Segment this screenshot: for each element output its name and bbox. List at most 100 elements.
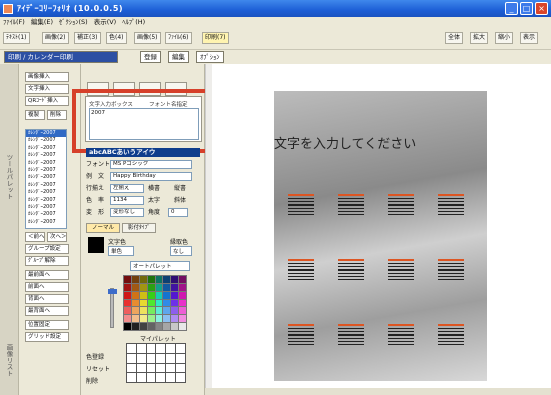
text-input-field[interactable]: 2007 <box>89 108 199 140</box>
list-item[interactable]: ｶﾚﾝﾀﾞｰ2007 <box>26 197 66 204</box>
palette-swatch[interactable] <box>147 323 155 330</box>
palette-swatch[interactable] <box>139 299 147 307</box>
front-button[interactable]: 前面へ <box>25 282 69 292</box>
list-item[interactable]: ｶﾚﾝﾀﾞｰ2007 <box>26 219 66 226</box>
my-palette-cell[interactable] <box>176 353 185 363</box>
shape-select[interactable]: 変形なし <box>110 208 144 217</box>
toolbar-zoomout-button[interactable]: 縮小 <box>495 32 514 44</box>
menu-file[interactable]: ﾌｧｲﾙ(F) <box>3 17 25 28</box>
palette-swatch[interactable] <box>171 291 179 299</box>
palette-swatch[interactable] <box>179 323 186 330</box>
list-item[interactable]: ｶﾚﾝﾀﾞｰ2007 <box>26 189 66 196</box>
palette-swatch[interactable] <box>179 307 186 315</box>
palette-swatch[interactable] <box>124 299 131 307</box>
horizontal-scrollbar[interactable] <box>205 388 551 395</box>
text-insert-button[interactable]: 文字挿入 <box>25 84 69 94</box>
palette-swatch[interactable] <box>163 315 171 323</box>
palette-swatch[interactable] <box>155 323 163 330</box>
back-most-button[interactable]: 最背面へ <box>25 306 69 316</box>
my-palette-cell[interactable] <box>127 353 136 363</box>
my-palette-cell[interactable] <box>146 373 156 382</box>
toolbar-zoomin-button[interactable]: 拡大 <box>470 32 489 44</box>
palette-swatch[interactable] <box>147 283 155 291</box>
my-palette-cell[interactable] <box>156 373 166 382</box>
palette-swatch[interactable] <box>171 299 179 307</box>
grid-settings-button[interactable]: グリッド設定 <box>25 332 69 342</box>
palette-swatch[interactable] <box>155 299 163 307</box>
list-item[interactable]: ｶﾚﾝﾀﾞｰ2007 <box>26 152 66 159</box>
maximize-button[interactable]: □ <box>520 2 533 15</box>
palette-swatch[interactable] <box>131 283 139 291</box>
tab-shadow[interactable]: 影付ﾀｲﾌﾟ <box>122 223 157 233</box>
my-palette-cell[interactable] <box>166 373 176 382</box>
reset-button[interactable]: リセット <box>86 364 110 373</box>
list-item[interactable]: ｶﾚﾝﾀﾞｰ2007 <box>26 211 66 218</box>
my-palette-cell[interactable] <box>136 353 146 363</box>
palette-swatch[interactable] <box>171 283 179 291</box>
style-button-4[interactable] <box>165 82 187 96</box>
menu-view[interactable]: 表示(V) <box>94 17 117 28</box>
font-name-checkbox[interactable]: フォント名指定 <box>149 100 188 108</box>
palette-swatch[interactable] <box>139 291 147 299</box>
palette-swatch[interactable] <box>131 299 139 307</box>
palette-swatch[interactable] <box>124 315 131 323</box>
my-palette-cell[interactable] <box>166 344 176 353</box>
font-select[interactable]: MS Pゴシック <box>110 160 192 169</box>
style-button-2[interactable] <box>113 82 135 96</box>
frame-mode-select[interactable]: なし <box>170 246 192 256</box>
palette-swatch[interactable] <box>171 323 179 330</box>
palette-swatch[interactable] <box>171 307 179 315</box>
my-palette-cell[interactable] <box>127 373 136 382</box>
palette-swatch[interactable] <box>155 283 163 291</box>
menu-edit[interactable]: 編集(E) <box>31 17 53 28</box>
my-palette-cell[interactable] <box>146 353 156 363</box>
palette-swatch[interactable] <box>131 307 139 315</box>
brightness-slider[interactable] <box>108 288 117 328</box>
palette-swatch[interactable] <box>163 291 171 299</box>
toolbar-color-button[interactable]: 色(4) <box>106 32 127 44</box>
toolbar-display-button[interactable]: 表示 <box>520 32 539 44</box>
vertical-scrollbar[interactable] <box>205 64 212 389</box>
tab-register[interactable]: 登録 <box>140 51 161 63</box>
palette-swatch[interactable] <box>139 276 147 283</box>
palette-swatch[interactable] <box>155 276 163 283</box>
text-color-swatch[interactable] <box>88 237 104 253</box>
palette-swatch[interactable] <box>147 307 155 315</box>
palette-swatch[interactable] <box>124 283 131 291</box>
my-palette-cell[interactable] <box>146 344 156 353</box>
list-item[interactable]: ｶﾚﾝﾀﾞｰ2007 <box>26 167 66 174</box>
front-most-button[interactable]: 最前面へ <box>25 270 69 280</box>
list-item[interactable]: ｶﾚﾝﾀﾞｰ2007 <box>26 182 66 189</box>
delete-button[interactable]: 削除 <box>47 110 67 120</box>
tab-edit[interactable]: 編集 <box>168 51 189 63</box>
color-mode-select[interactable]: 単色 <box>108 246 134 256</box>
palette-swatch[interactable] <box>131 315 139 323</box>
italic-checkbox[interactable]: 斜体 <box>174 195 186 206</box>
my-palette-cell[interactable] <box>156 363 166 373</box>
palette-swatch[interactable] <box>147 291 155 299</box>
remove-color-button[interactable]: 削除 <box>86 376 98 385</box>
palette-swatch[interactable] <box>163 323 171 330</box>
close-button[interactable]: × <box>535 2 548 15</box>
toolbar-image-button[interactable]: 画像(2) <box>42 32 69 44</box>
palette-swatch[interactable] <box>171 315 179 323</box>
my-palette-cell[interactable] <box>127 363 136 373</box>
bold-checkbox[interactable]: 太字 <box>148 195 160 206</box>
my-palette-cell[interactable] <box>166 353 176 363</box>
palette-swatch[interactable] <box>163 299 171 307</box>
my-palette-cell[interactable] <box>166 363 176 373</box>
my-palette-cell[interactable] <box>176 344 185 353</box>
palette-swatch[interactable] <box>147 315 155 323</box>
menu-selection[interactable]: ｾﾞｸｼｮﾝ(S) <box>59 17 88 28</box>
register-color-button[interactable]: 色登録 <box>86 352 104 361</box>
horizontal-option[interactable]: 横書 <box>148 183 160 194</box>
list-item[interactable]: ｶﾚﾝﾀﾞｰ2007 <box>26 204 66 211</box>
back-button[interactable]: 背面へ <box>25 294 69 304</box>
toolbar-correct-button[interactable]: 補正(3) <box>74 32 101 44</box>
sample-select[interactable]: Happy Birthday <box>110 172 192 181</box>
palette-swatch[interactable] <box>131 291 139 299</box>
toolbar-text-button[interactable]: ﾃｷｽﾄ(1) <box>3 32 30 44</box>
palette-swatch[interactable] <box>155 291 163 299</box>
image-insert-button[interactable]: 画像挿入 <box>25 72 69 82</box>
toolbar-file-button[interactable]: ﾌｧｲﾙ(6) <box>165 32 192 44</box>
